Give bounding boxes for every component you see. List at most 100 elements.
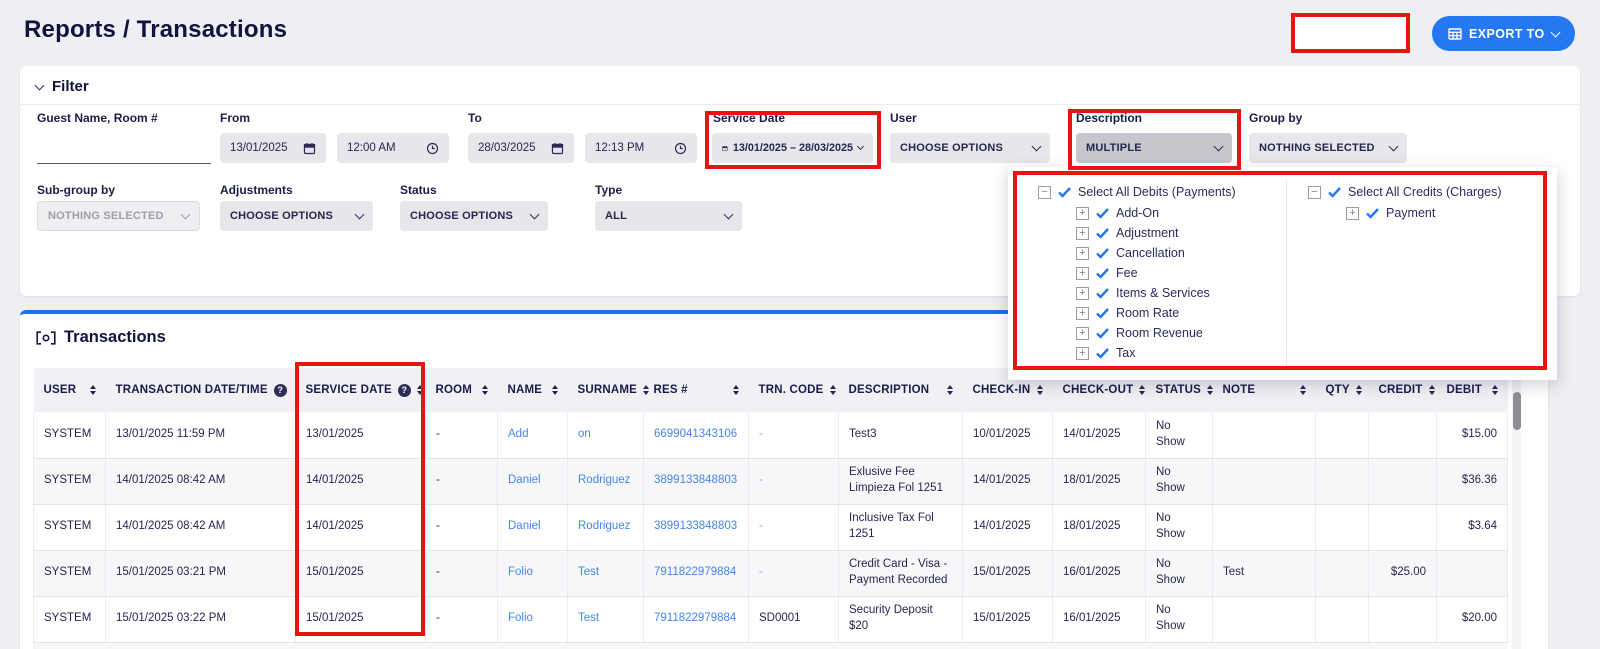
expand-icon[interactable]: +: [1076, 327, 1089, 340]
tree-item-room-revenue[interactable]: +Room Revenue: [1076, 326, 1203, 340]
column-header-res[interactable]: RES #: [644, 368, 749, 412]
column-header-user[interactable]: USER: [34, 368, 106, 412]
check-icon: [1058, 187, 1071, 198]
table-cell: Test: [568, 596, 644, 642]
help-icon[interactable]: ?: [274, 384, 287, 397]
cell-link[interactable]: Rodriguez: [578, 474, 630, 486]
type-dropdown[interactable]: ALL: [595, 201, 742, 231]
expand-icon[interactable]: +: [1076, 287, 1089, 300]
to-time-input[interactable]: 12:13 PM: [585, 133, 697, 163]
service-date-range-input[interactable]: 13/01/2025 – 28/03/2025: [712, 133, 873, 163]
group-by-value: NOTHING SELECTED: [1259, 142, 1375, 154]
table-cell: SYSTEM: [34, 412, 106, 458]
chevron-down-icon: [181, 210, 191, 220]
cell-link[interactable]: 3899133848803: [654, 520, 737, 532]
table-cell: SYSTEM: [34, 504, 106, 550]
tree-item-payment[interactable]: +Payment: [1346, 206, 1435, 220]
expand-icon[interactable]: +: [1076, 307, 1089, 320]
cell-link[interactable]: 3899133848803: [654, 474, 737, 486]
tree-item-select-all-credits-charges[interactable]: −Select All Credits (Charges): [1308, 185, 1502, 199]
column-header-transaction-date-time[interactable]: TRANSACTION DATE/TIME?: [106, 368, 296, 412]
column-header-name[interactable]: NAME: [498, 368, 568, 412]
tree-item-items-services[interactable]: +Items & Services: [1076, 286, 1210, 300]
table-cell: [1316, 550, 1369, 596]
sub-group-by-dropdown[interactable]: NOTHING SELECTED: [37, 201, 200, 231]
tree-item-fee[interactable]: +Fee: [1076, 266, 1138, 280]
cell-link[interactable]: Test: [578, 566, 599, 578]
table-cell: -: [749, 504, 839, 550]
status-label: Status: [400, 183, 437, 197]
table-cell: 15/01/2025 03:22 PM: [106, 596, 296, 642]
tree-item-room-rate[interactable]: +Room Rate: [1076, 306, 1179, 320]
table-cell: [1213, 504, 1316, 550]
expand-icon[interactable]: +: [1076, 227, 1089, 240]
collapse-icon[interactable]: −: [1038, 186, 1051, 199]
user-dropdown[interactable]: CHOOSE OPTIONS: [890, 133, 1050, 163]
chevron-down-icon: [1550, 27, 1560, 37]
table-cell: SYSTEM: [34, 550, 106, 596]
cell-link[interactable]: Folio: [508, 612, 533, 624]
from-time-input[interactable]: 12:00 AM: [337, 133, 449, 163]
cell-link[interactable]: on: [578, 428, 591, 440]
table-cell: [1369, 596, 1437, 642]
calendar-icon: [551, 142, 564, 155]
expand-icon[interactable]: +: [1076, 207, 1089, 220]
tree-item-label: Select All Debits (Payments): [1078, 185, 1236, 199]
tree-item-add-on[interactable]: +Add-On: [1076, 206, 1159, 220]
column-header-trn-code[interactable]: TRN. CODE: [749, 368, 839, 412]
table-scrollbar-thumb[interactable]: [1513, 392, 1521, 430]
table-cell: 7911822979884: [644, 550, 749, 596]
table-cell: -: [426, 458, 498, 504]
partial-next-row: [33, 642, 1507, 649]
description-dropdown[interactable]: MULTIPLE: [1076, 133, 1232, 163]
from-date-input[interactable]: 13/01/2025: [220, 133, 326, 163]
help-icon[interactable]: ?: [398, 384, 411, 397]
cell-link[interactable]: Daniel: [508, 474, 541, 486]
table-cell: [1213, 596, 1316, 642]
cell-link[interactable]: 6699041343106: [654, 428, 737, 440]
table-cell: Test3: [839, 412, 963, 458]
expand-icon[interactable]: +: [1076, 267, 1089, 280]
filter-section-toggle[interactable]: Filter: [36, 78, 89, 95]
cell-link[interactable]: Rodriguez: [578, 520, 630, 532]
cell-link[interactable]: 7911822979884: [654, 566, 736, 578]
status-dropdown[interactable]: CHOOSE OPTIONS: [400, 201, 548, 231]
column-header-surname[interactable]: SURNAME: [568, 368, 644, 412]
expand-icon[interactable]: +: [1076, 347, 1089, 360]
tree-item-cancellation[interactable]: +Cancellation: [1076, 246, 1185, 260]
table-cell: -: [749, 458, 839, 504]
tree-item-tax[interactable]: + Tax: [1076, 346, 1135, 360]
tree-item-label: Tax: [1116, 346, 1135, 360]
sort-icon: [733, 385, 739, 396]
adjustments-dropdown[interactable]: CHOOSE OPTIONS: [220, 201, 373, 231]
expand-icon[interactable]: +: [1076, 247, 1089, 260]
cell-link[interactable]: Test: [578, 612, 599, 624]
table-cell: $25.00: [1369, 550, 1437, 596]
expand-icon[interactable]: +: [1346, 207, 1359, 220]
to-date-input[interactable]: 28/03/2025: [468, 133, 574, 163]
cell-link[interactable]: Daniel: [508, 520, 541, 532]
tree-item-select-all-debits-payments[interactable]: − Select All Debits (Payments): [1038, 185, 1236, 199]
cell-link[interactable]: Folio: [508, 566, 533, 578]
chevron-down-icon: [1389, 142, 1399, 152]
sort-icon: [90, 385, 96, 396]
check-icon: [1096, 248, 1109, 259]
guest-name-label: Guest Name, Room #: [37, 111, 158, 125]
guest-name-input[interactable]: [37, 135, 211, 164]
transactions-table-wrap: USERTRANSACTION DATE/TIME?SERVICE DATE?R…: [33, 368, 1507, 643]
column-header-description[interactable]: DESCRIPTION: [839, 368, 963, 412]
sort-icon: [830, 385, 836, 396]
export-to-button[interactable]: EXPORT TO: [1432, 16, 1575, 51]
column-header-service-date[interactable]: SERVICE DATE?: [296, 368, 426, 412]
column-header-room[interactable]: ROOM: [426, 368, 498, 412]
clock-icon: [674, 142, 687, 155]
cell-link[interactable]: 7911822979884: [654, 612, 736, 624]
table-cell: 15/01/2025: [963, 550, 1053, 596]
group-by-dropdown[interactable]: NOTHING SELECTED: [1249, 133, 1407, 163]
tree-item-adjustment[interactable]: +Adjustment: [1076, 226, 1179, 240]
table-grid-icon: [1448, 28, 1462, 40]
cell-link[interactable]: Add: [508, 428, 528, 440]
group-by-label: Group by: [1249, 111, 1302, 125]
table-cell: [1437, 550, 1508, 596]
collapse-icon[interactable]: −: [1308, 186, 1321, 199]
